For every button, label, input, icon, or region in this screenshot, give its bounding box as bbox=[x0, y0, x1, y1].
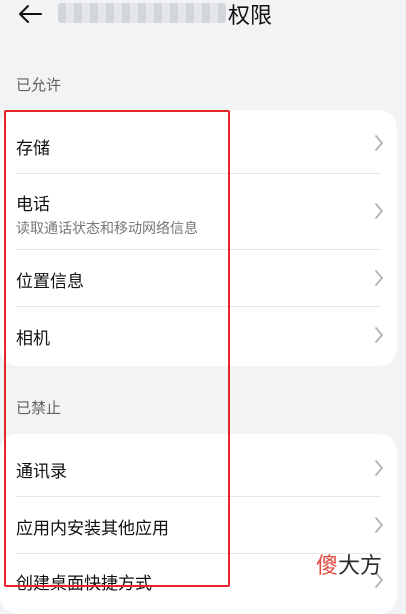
permission-title: 位置信息 bbox=[16, 272, 84, 292]
permission-item-contacts[interactable]: 通讯录 bbox=[0, 434, 397, 496]
permission-item-phone[interactable]: 电话 读取通话状态和移动网络信息 bbox=[0, 174, 397, 249]
watermark: 傻大方 bbox=[316, 548, 382, 580]
permission-item-location[interactable]: 位置信息 bbox=[0, 250, 397, 306]
watermark-part1: 傻 bbox=[316, 554, 339, 579]
permission-subtitle: 读取通话状态和移动网络信息 bbox=[16, 221, 198, 237]
back-button[interactable] bbox=[16, 2, 44, 26]
watermark-part2: 大方 bbox=[338, 554, 383, 579]
chevron-right-icon bbox=[375, 460, 383, 476]
denied-permissions-card: 通讯录 应用内安装其他应用 创建桌面快捷方式 bbox=[0, 434, 397, 614]
page-title: 权限 bbox=[228, 4, 273, 29]
blurred-app-name bbox=[58, 3, 226, 23]
permission-item-camera[interactable]: 相机 bbox=[0, 307, 397, 366]
permission-title: 电话 bbox=[16, 195, 50, 215]
chevron-right-icon bbox=[375, 327, 383, 343]
app-header: 权限 bbox=[0, 0, 406, 34]
chevron-right-icon bbox=[375, 517, 383, 533]
arrow-left-icon bbox=[19, 5, 42, 23]
permission-title: 存储 bbox=[16, 139, 50, 159]
permission-title: 应用内安装其他应用 bbox=[16, 519, 169, 539]
chevron-right-icon bbox=[375, 135, 383, 151]
section-label-denied: 已禁止 bbox=[16, 399, 62, 417]
chevron-right-icon bbox=[375, 270, 383, 286]
section-label-allowed: 已允许 bbox=[16, 76, 62, 94]
permission-item-install-apps[interactable]: 应用内安装其他应用 bbox=[0, 497, 397, 553]
permission-item-storage[interactable]: 存储 bbox=[0, 110, 397, 173]
permission-title: 通讯录 bbox=[16, 462, 67, 482]
permission-title: 创建桌面快捷方式 bbox=[16, 574, 152, 594]
allowed-permissions-card: 存储 电话 读取通话状态和移动网络信息 位置信息 相机 bbox=[0, 110, 397, 366]
permission-title: 相机 bbox=[16, 329, 50, 349]
chevron-right-icon bbox=[375, 203, 383, 219]
